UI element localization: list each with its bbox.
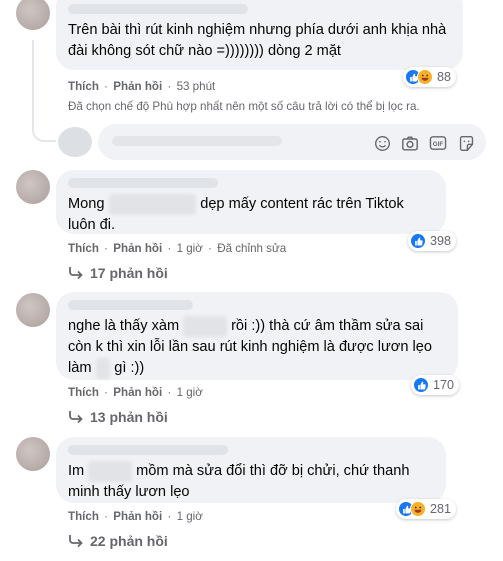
comment-actions: Thích · Phản hồi · 1 giờ: [68, 510, 203, 523]
reaction-count: 281: [430, 502, 452, 516]
camera-icon[interactable]: [401, 134, 419, 152]
reaction-summary[interactable]: 88: [403, 67, 457, 87]
comment-text: Im xxxxxx mồm mà sửa đổi thì đỡ bị chửi,…: [68, 461, 410, 500]
like-link[interactable]: Thích: [68, 80, 99, 93]
reply-arrow-icon: [69, 411, 83, 424]
comment-timestamp[interactable]: 1 giờ: [177, 242, 203, 255]
comment-actions: Thích · Phản hồi · 1 giờ · Đã chỉnh sửa: [68, 242, 287, 255]
composer-placeholder: [112, 136, 282, 146]
like-reaction-icon: [413, 377, 429, 393]
avatar[interactable]: [16, 170, 50, 204]
thread-connector: [32, 118, 56, 142]
comment-author-name[interactable]: [68, 4, 248, 14]
reply-composer[interactable]: GIF: [98, 124, 486, 160]
emoji-icon[interactable]: [373, 134, 391, 152]
filter-notice: Đã chọn chế độ Phù hợp nhất nên một số c…: [68, 100, 420, 113]
edited-label[interactable]: Đã chỉnh sửa: [217, 242, 286, 255]
reply-arrow-icon: [69, 267, 83, 280]
comment-actions: Thích · Phản hồi · 53 phút: [68, 80, 216, 93]
like-reaction-icon: [410, 233, 426, 249]
view-replies-button[interactable]: 13 phản hồi: [68, 409, 168, 425]
comment-author-name[interactable]: [68, 445, 228, 455]
reaction-count: 170: [433, 378, 455, 392]
redacted-text: xxxxxx: [183, 316, 227, 337]
avatar[interactable]: [16, 293, 50, 327]
comment-actions: Thích · Phản hồi · 1 giờ: [68, 386, 203, 399]
avatar[interactable]: [16, 437, 50, 471]
avatar[interactable]: [16, 0, 50, 30]
like-link[interactable]: Thích: [68, 242, 99, 255]
redacted-text: xx: [95, 358, 111, 379]
reaction-summary[interactable]: 398: [408, 231, 457, 251]
comment-bubble: Mong xxxxxxxxxxxx dẹp mấy content rác tr…: [56, 170, 446, 234]
reaction-count: 398: [430, 234, 452, 248]
thread-line: [32, 40, 34, 125]
reply-link[interactable]: Phản hồi: [113, 242, 162, 255]
sticker-icon[interactable]: [457, 134, 475, 152]
reply-link[interactable]: Phản hồi: [113, 510, 162, 523]
haha-reaction-icon: [410, 501, 426, 517]
comment-timestamp[interactable]: 1 giờ: [177, 510, 203, 523]
gif-icon[interactable]: GIF: [429, 134, 447, 152]
composer-avatar: [58, 127, 92, 157]
like-link[interactable]: Thích: [68, 386, 99, 399]
comment-text: Trên bài thì rút kinh nghiệm nhưng phía …: [68, 22, 447, 59]
view-replies-button[interactable]: 22 phản hồi: [68, 533, 168, 549]
reply-link[interactable]: Phản hồi: [113, 80, 162, 93]
comment-text: nghe là thấy xàm xxxxxx rồi :)) thà cứ â…: [68, 316, 446, 379]
comment-text: Mong xxxxxxxxxxxx dẹp mấy content rác tr…: [68, 194, 404, 233]
reaction-count: 88: [437, 70, 452, 84]
comment-bubble: nghe là thấy xàm xxxxxx rồi :)) thà cứ â…: [56, 292, 458, 380]
haha-reaction-icon: [417, 69, 433, 85]
comment-bubble: Im xxxxxx mồm mà sửa đổi thì đỡ bị chửi,…: [56, 437, 446, 503]
reaction-summary[interactable]: 281: [396, 499, 457, 519]
comment-timestamp[interactable]: 1 giờ: [177, 386, 203, 399]
reply-link[interactable]: Phản hồi: [113, 386, 162, 399]
comment-timestamp[interactable]: 53 phút: [177, 80, 216, 93]
redacted-text: xxxxxxxxxxxx: [108, 194, 197, 215]
reply-arrow-icon: [69, 535, 83, 548]
svg-text:GIF: GIF: [433, 141, 444, 148]
like-link[interactable]: Thích: [68, 510, 99, 523]
view-replies-button[interactable]: 17 phản hồi: [68, 265, 168, 281]
comment-author-name[interactable]: [68, 300, 193, 310]
redacted-text: xxxxxx: [88, 461, 133, 482]
comment-bubble: Trên bài thì rút kinh nghiệm nhưng phía …: [56, 0, 463, 70]
reaction-summary[interactable]: 170: [411, 375, 460, 395]
comment-author-name[interactable]: [68, 178, 218, 188]
